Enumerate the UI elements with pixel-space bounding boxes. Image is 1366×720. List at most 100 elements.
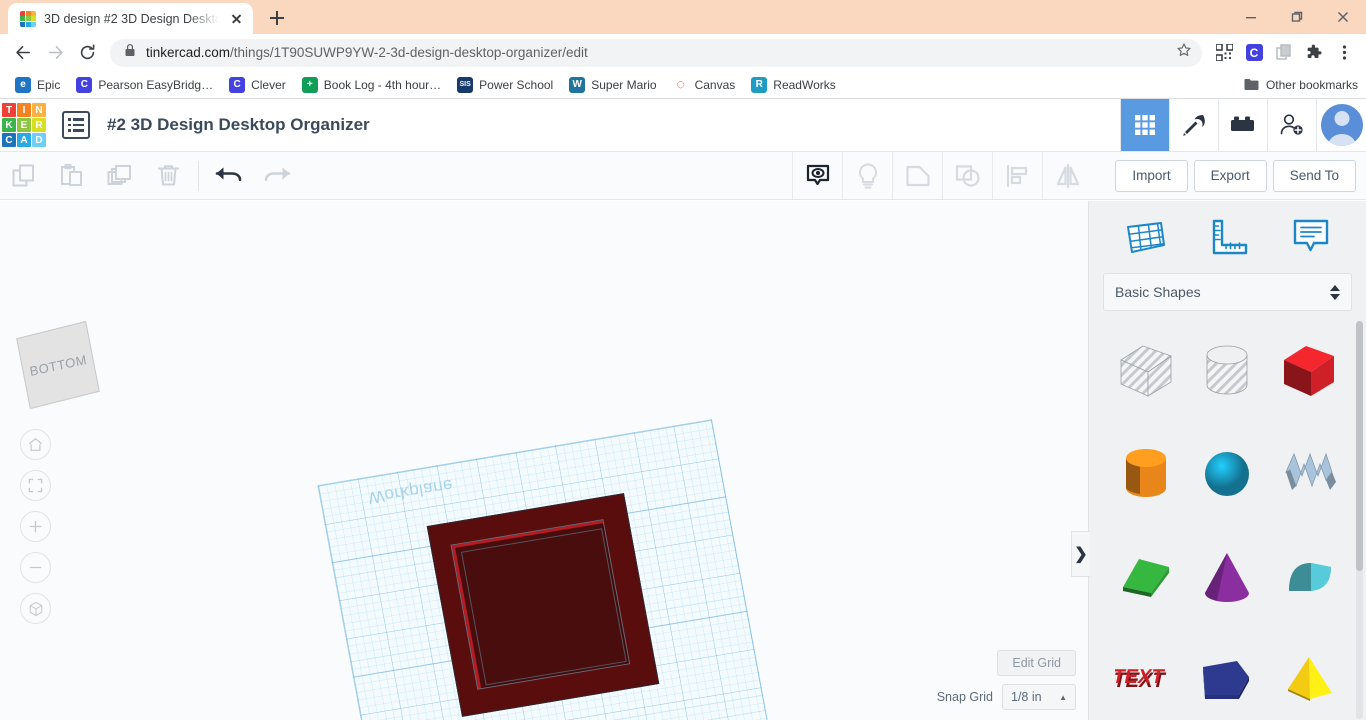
- light-bulb-icon[interactable]: [842, 152, 892, 199]
- group-shapes-icon[interactable]: [892, 152, 942, 199]
- zoom-out-icon[interactable]: [20, 552, 51, 583]
- paste-icon[interactable]: [48, 152, 96, 199]
- bookmark-item[interactable]: + Book Log - 4th hour…: [295, 74, 448, 96]
- bookmark-item[interactable]: W Super Mario: [562, 74, 663, 96]
- view-cube[interactable]: BOTTOM: [16, 320, 100, 410]
- shape-item-sphere-blue[interactable]: [1187, 434, 1269, 514]
- bookmark-favicon: C: [229, 76, 246, 93]
- header-actions: [1120, 99, 1366, 151]
- workplane-tool-icon[interactable]: [1117, 211, 1173, 263]
- projects-list-icon[interactable]: [62, 111, 90, 139]
- edit-grid-button[interactable]: Edit Grid: [997, 650, 1076, 676]
- duplicate-icon[interactable]: [96, 152, 144, 199]
- 3d-viewport[interactable]: BOTTOM Workplane Edit Grid Snap Grid 1/8…: [0, 201, 1088, 720]
- other-bookmarks-button[interactable]: Other bookmarks: [1244, 78, 1358, 92]
- chrome-menu-icon[interactable]: [1330, 39, 1358, 67]
- browser-toolbar: tinkercad.com/things/1T90SUWP9YW-2-3d-de…: [0, 34, 1366, 71]
- tinkercad-header: TIN KER CAD #2 3D Design Desktop Organizer: [0, 99, 1366, 152]
- bookmark-item[interactable]: C Pearson EasyBridg…: [69, 74, 220, 96]
- bookmark-star-icon[interactable]: [1176, 42, 1192, 63]
- new-tab-button[interactable]: [263, 4, 291, 32]
- shape-item-box-hole[interactable]: [1105, 331, 1187, 411]
- window-close-icon[interactable]: [1320, 0, 1366, 34]
- ungroup-shapes-icon[interactable]: [942, 152, 992, 199]
- toolbar-divider: [198, 160, 199, 191]
- minimize-icon[interactable]: [1228, 0, 1274, 34]
- shape-item-roof-green[interactable]: [1105, 537, 1187, 617]
- send-to-button[interactable]: Send To: [1272, 159, 1356, 192]
- shape-item-round-roof-teal[interactable]: [1268, 537, 1350, 617]
- blocks-brick-icon[interactable]: [1218, 99, 1267, 151]
- clever-extension-icon[interactable]: C: [1240, 39, 1268, 67]
- qr-code-icon[interactable]: [1210, 39, 1238, 67]
- shape-item-box-red[interactable]: [1268, 331, 1350, 411]
- mirror-flip-icon[interactable]: [1042, 152, 1092, 199]
- shape-thumbnail: [1205, 451, 1250, 496]
- logo-tile-c-6: C: [2, 133, 16, 147]
- url-path: /things/1T90SUWP9YW-2-3d-design-desktop-…: [230, 45, 588, 60]
- codeblocks-pick-icon[interactable]: [1169, 99, 1218, 151]
- forward-icon[interactable]: [40, 38, 70, 68]
- bookmark-item[interactable]: C Clever: [222, 74, 293, 96]
- url-domain: tinkercad.com: [146, 45, 231, 60]
- shape-thumbnail: [1119, 345, 1172, 397]
- clipboard-group: [0, 152, 192, 199]
- bookmark-item[interactable]: SIS Power School: [450, 74, 560, 96]
- shape-item-scribble[interactable]: [1268, 434, 1350, 514]
- tinkercad-logo[interactable]: TIN KER CAD: [2, 103, 46, 147]
- orthographic-view-icon[interactable]: [20, 593, 51, 624]
- close-icon[interactable]: [227, 10, 245, 28]
- bookmark-favicon: e: [15, 76, 31, 93]
- shape-item-pyramid-yellow[interactable]: [1268, 639, 1350, 719]
- shape-thumbnail: TEXTTEXT: [1115, 666, 1168, 692]
- browser-tabstrip: 3D design #2 3D Design Desktop: [0, 0, 1366, 34]
- shape-panel-scrollbar[interactable]: [1356, 321, 1363, 719]
- back-icon[interactable]: [8, 38, 38, 68]
- browser-tab[interactable]: 3D design #2 3D Design Desktop: [8, 3, 253, 34]
- import-button[interactable]: Import: [1115, 159, 1188, 192]
- solid-shape[interactable]: [426, 493, 660, 717]
- collapse-panel-button[interactable]: ❯: [1071, 531, 1090, 577]
- copy-extension-icon[interactable]: [1270, 39, 1298, 67]
- ruler-tool-icon[interactable]: [1200, 211, 1256, 263]
- copy-icon[interactable]: [0, 152, 48, 199]
- shape-item-cylinder-orange[interactable]: [1105, 434, 1187, 514]
- note-tool-icon[interactable]: [1283, 211, 1339, 263]
- logo-tile-n-2: N: [32, 103, 46, 117]
- address-bar[interactable]: tinkercad.com/things/1T90SUWP9YW-2-3d-de…: [110, 38, 1202, 67]
- redo-icon[interactable]: [253, 152, 301, 199]
- chevron-updown-icon: [1330, 284, 1340, 300]
- shape-item-cone-purple[interactable]: [1187, 537, 1269, 617]
- export-button[interactable]: Export: [1193, 159, 1267, 192]
- bookmark-item[interactable]: e Epic: [8, 74, 67, 96]
- bookmark-label: Clever: [251, 77, 286, 92]
- maximize-icon[interactable]: [1274, 0, 1320, 34]
- shape-thumbnail: [1125, 448, 1166, 497]
- bookmark-favicon: ◌: [676, 76, 686, 93]
- shape-item-cylinder-hole[interactable]: [1187, 331, 1269, 411]
- undo-icon[interactable]: [205, 152, 253, 199]
- invite-person-icon[interactable]: [1267, 99, 1316, 151]
- shape-item-text-red[interactable]: TEXT TEXT: [1105, 639, 1187, 719]
- bookmark-label: Pearson EasyBridg…: [98, 77, 214, 92]
- shape-item-wedge-navy[interactable]: [1187, 639, 1269, 719]
- reload-icon[interactable]: [72, 38, 102, 68]
- zoom-in-icon[interactable]: [20, 511, 51, 542]
- align-icon[interactable]: [992, 152, 1042, 199]
- shape-library-grid: TEXT TEXT: [1089, 311, 1366, 720]
- bookmark-item[interactable]: ◌ Canvas: [666, 74, 743, 96]
- user-avatar[interactable]: [1316, 99, 1366, 151]
- fit-to-view-icon[interactable]: [20, 470, 51, 501]
- page-title: #2 3D Design Desktop Organizer: [107, 115, 370, 134]
- solid-shape-cavity: [460, 528, 627, 686]
- delete-trash-icon[interactable]: [144, 152, 192, 199]
- show-hide-eye-icon[interactable]: [792, 152, 842, 199]
- snap-grid-select[interactable]: 1/8 in ▲: [1002, 684, 1076, 710]
- workplane-group: Workplane: [317, 419, 783, 720]
- grid-apps-icon[interactable]: [1120, 99, 1169, 151]
- home-view-icon[interactable]: [20, 429, 51, 460]
- extensions-puzzle-icon[interactable]: [1300, 39, 1328, 67]
- bookmark-item[interactable]: R ReadWorks: [744, 74, 842, 96]
- shape-thumbnail: [1207, 345, 1248, 395]
- shape-category-select[interactable]: Basic Shapes: [1103, 273, 1352, 311]
